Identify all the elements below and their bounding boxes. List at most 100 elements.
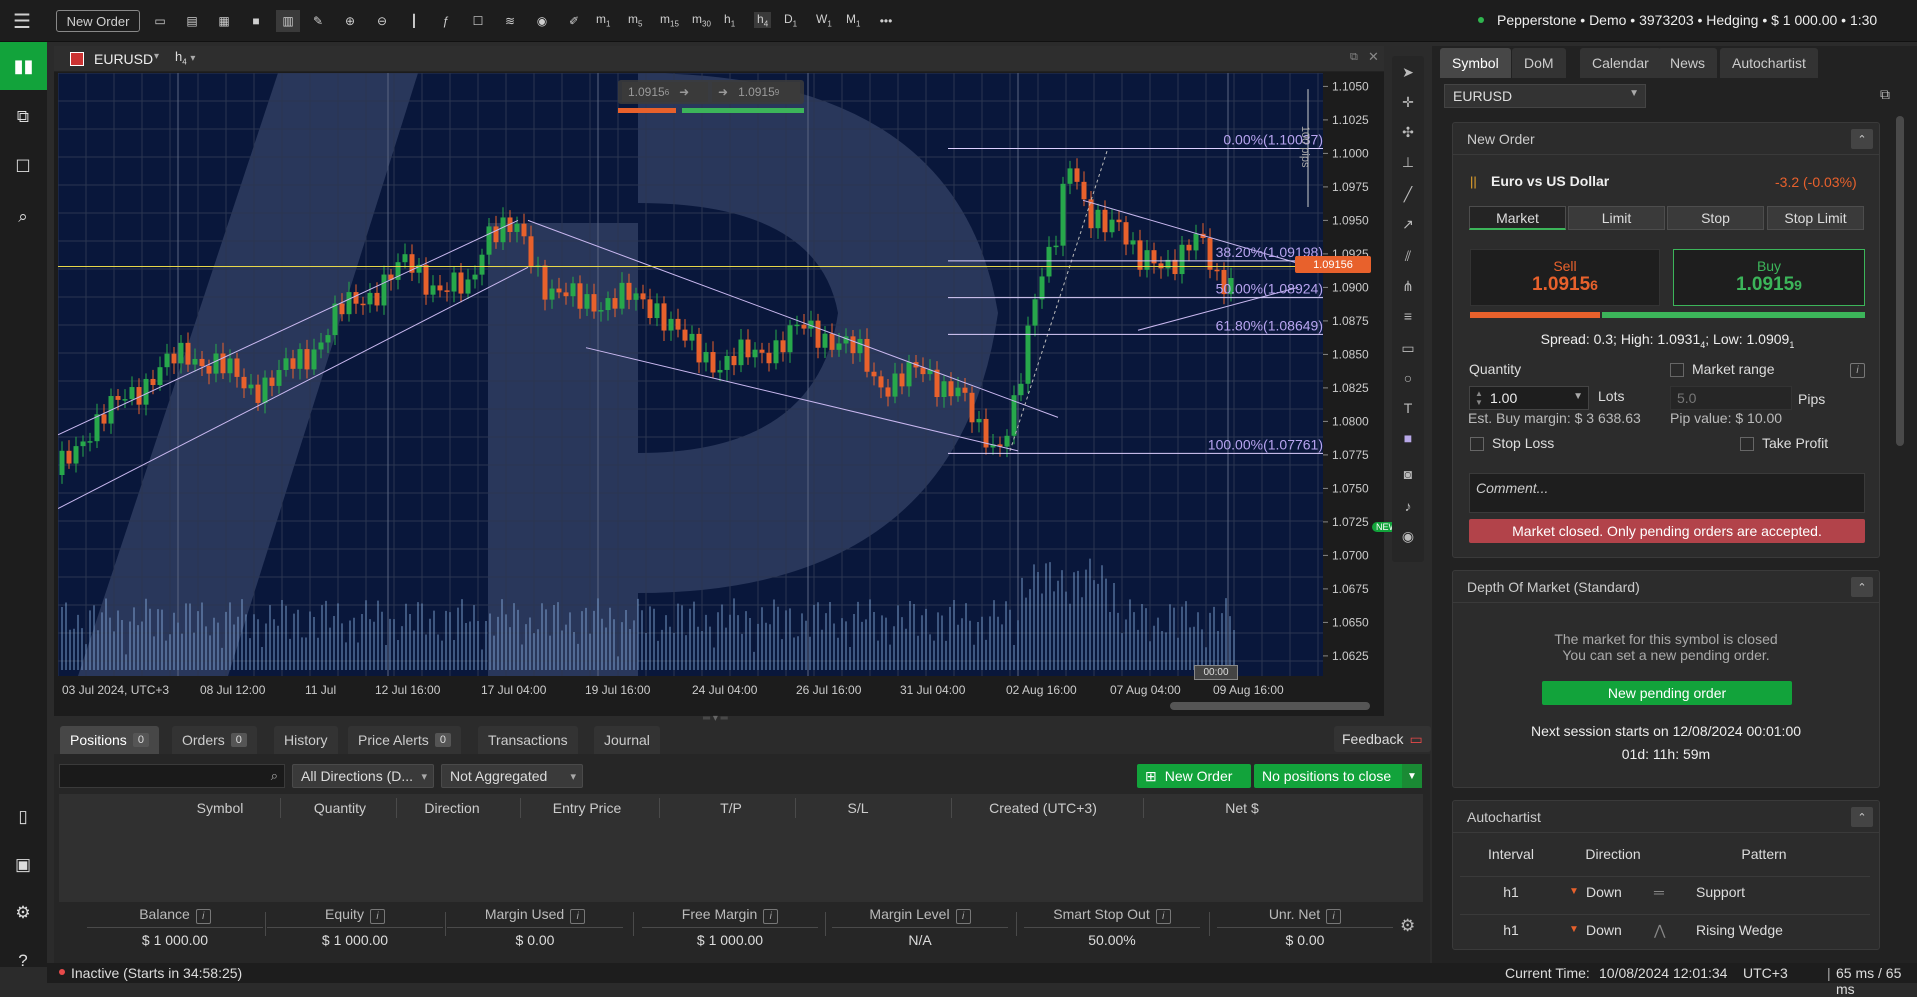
automate-icon[interactable]: ☐ [8,152,38,182]
column-s-l[interactable]: S/L [798,800,918,816]
account-info[interactable]: Pepperstone • Demo • 3973203 • Hedging •… [1497,12,1877,28]
chart-symbol[interactable]: EURUSD [94,51,153,67]
help-icon[interactable]: ? [8,946,38,976]
comment-input[interactable]: Comment... [1469,473,1865,513]
timeframe-m30[interactable]: m30 [692,12,711,28]
column-net-[interactable]: Net $ [1182,800,1302,816]
quantity-input[interactable]: ▲ ▼ 1.00 ▼ [1469,386,1589,410]
column-created-utc-[interactable]: Created (UTC+3) [983,800,1103,816]
info-icon[interactable]: i [763,909,779,924]
order-type-stop[interactable]: Stop [1667,206,1764,230]
take-profit[interactable]: Take Profit [1740,435,1828,452]
zoom-in-icon[interactable]: ⊕ [340,10,360,32]
multi-chart-icon[interactable]: ▥ [276,10,300,32]
tab-calendar[interactable]: Calendar [1580,48,1661,78]
market-range-checkbox[interactable] [1670,363,1684,378]
range-input[interactable]: 5.0 [1670,386,1792,410]
ellipse-icon[interactable]: ○ [1398,368,1418,388]
stepper-icon[interactable]: ▲ ▼ [1475,389,1483,407]
bell-icon[interactable]: ♪ [1398,496,1418,516]
tab-journal[interactable]: Journal [594,726,660,754]
copy-icon[interactable]: ⧉ [8,102,38,132]
analyze-icon[interactable]: ⌕ [8,202,38,232]
settings-icon[interactable]: ⚙ [8,898,38,928]
new-pending-order-button[interactable]: New pending order [1542,681,1792,705]
magnet-icon[interactable]: ✣ [1398,122,1418,142]
stop-loss-checkbox[interactable] [1470,437,1484,452]
close-icon[interactable]: ✕ [1368,49,1379,65]
tab-price-alerts[interactable]: Price Alerts 0 [348,726,461,754]
quick-sell-button[interactable]: 1.0915 6 ➜ [622,82,708,102]
info-icon[interactable]: i [369,909,385,924]
trade-icon[interactable]: ▮▮ [0,42,47,90]
ray-icon[interactable]: ↗ [1398,214,1418,234]
order-type-limit[interactable]: Limit [1568,206,1665,230]
column-symbol[interactable]: Symbol [160,800,280,816]
aggregation-filter[interactable]: Not Aggregated [441,764,583,788]
bottom-new-order-button[interactable]: ⊞ New Order [1137,764,1251,788]
chevron-up-icon[interactable]: ⌃ [1851,129,1873,149]
tab-transactions[interactable]: Transactions [478,726,578,754]
timeframe-m1[interactable]: m1 [596,12,610,28]
institution-icon[interactable]: ▯ [8,802,38,832]
market-range[interactable]: Market range [1670,361,1774,378]
menu-icon[interactable]: ☰ [8,10,36,33]
tab-history[interactable]: History [274,726,338,754]
column-t-p[interactable]: T/P [671,800,791,816]
indicators-icon[interactable]: ƒ [436,10,456,32]
timeframe-D1[interactable]: D1 [784,12,797,28]
right-scrollbar[interactable] [1896,116,1904,446]
info-icon[interactable]: i [570,909,586,924]
column-direction[interactable]: Direction [392,800,512,816]
edit-icon[interactable]: ✐ [564,10,584,32]
detach-icon[interactable]: ⧉ [1350,51,1358,64]
tab-symbol[interactable]: Symbol [1440,48,1511,78]
tab-news[interactable]: News [1658,48,1718,78]
drawing-icon[interactable]: ✎ [308,10,328,32]
camera-icon[interactable]: ◙ [1398,464,1418,484]
chart-timeframe[interactable]: h4 ▾ [175,49,195,67]
tab-positions[interactable]: Positions 0 [60,726,159,754]
tab-dom[interactable]: DoM [1512,48,1566,78]
price-chart[interactable]: 0.00%(1.10037)38.20%(1.09198)50.00%(1.08… [58,73,1383,709]
timeframe-h4[interactable]: h4 [754,12,772,29]
wallet-icon[interactable]: ▣ [8,850,38,880]
info-icon[interactable]: i [195,909,211,924]
timezone[interactable]: UTC+3 [1743,965,1788,981]
info-icon[interactable]: i [1844,361,1865,378]
replay-icon[interactable]: ◉ [1398,526,1418,546]
layers-icon[interactable]: ≋ [500,10,520,32]
tab-orders[interactable]: Orders 0 [172,726,257,754]
timeframe-W1[interactable]: W1 [816,12,832,28]
measure-icon[interactable]: ⊥ [1398,152,1418,172]
text-icon[interactable]: T [1398,398,1418,418]
quick-buy-button[interactable]: ➜ 1.0915 9 [712,82,800,102]
view-icon[interactable]: ◉ [532,10,552,32]
direction-filter[interactable]: All Directions (D... [292,764,434,788]
timeframe-M1[interactable]: M1 [846,12,860,28]
single-chart-icon[interactable]: ■ [246,10,266,32]
workspace-icon[interactable]: ▭ [150,10,170,32]
info-icon[interactable]: i [1326,909,1342,924]
take-profit-checkbox[interactable] [1740,437,1754,452]
fib-retracement-icon[interactable]: ≡ [1398,306,1418,326]
detach-panel-icon[interactable]: ⧉ [1880,86,1900,106]
new-order-button[interactable]: New Order [56,10,140,32]
order-type-stop-limit[interactable]: Stop Limit [1767,206,1864,230]
timeframe-h1[interactable]: h1 [724,12,735,28]
column-entry-price[interactable]: Entry Price [527,800,647,816]
chevron-down-icon[interactable]: ▼ [1402,764,1422,788]
color-icon[interactable]: ■ [1398,428,1418,448]
column-quantity[interactable]: Quantity [280,800,400,816]
order-type-market[interactable]: Market [1469,206,1566,230]
sell-button[interactable]: Sell 1.09156 [1470,249,1660,306]
pitchfork-icon[interactable]: ⋔ [1398,276,1418,296]
info-icon[interactable]: i [955,909,971,924]
bots-icon[interactable]: ☐ [468,10,488,32]
feedback-button[interactable]: Feedback ▭ [1334,726,1431,752]
chevron-up-icon[interactable]: ⌃ [1851,807,1873,827]
zoom-out-icon[interactable]: ⊖ [372,10,392,32]
search-input[interactable]: ⌕ [59,764,285,788]
close-all-button[interactable]: No positions to close [1254,764,1422,788]
chevron-up-icon[interactable]: ⌃ [1851,577,1873,597]
